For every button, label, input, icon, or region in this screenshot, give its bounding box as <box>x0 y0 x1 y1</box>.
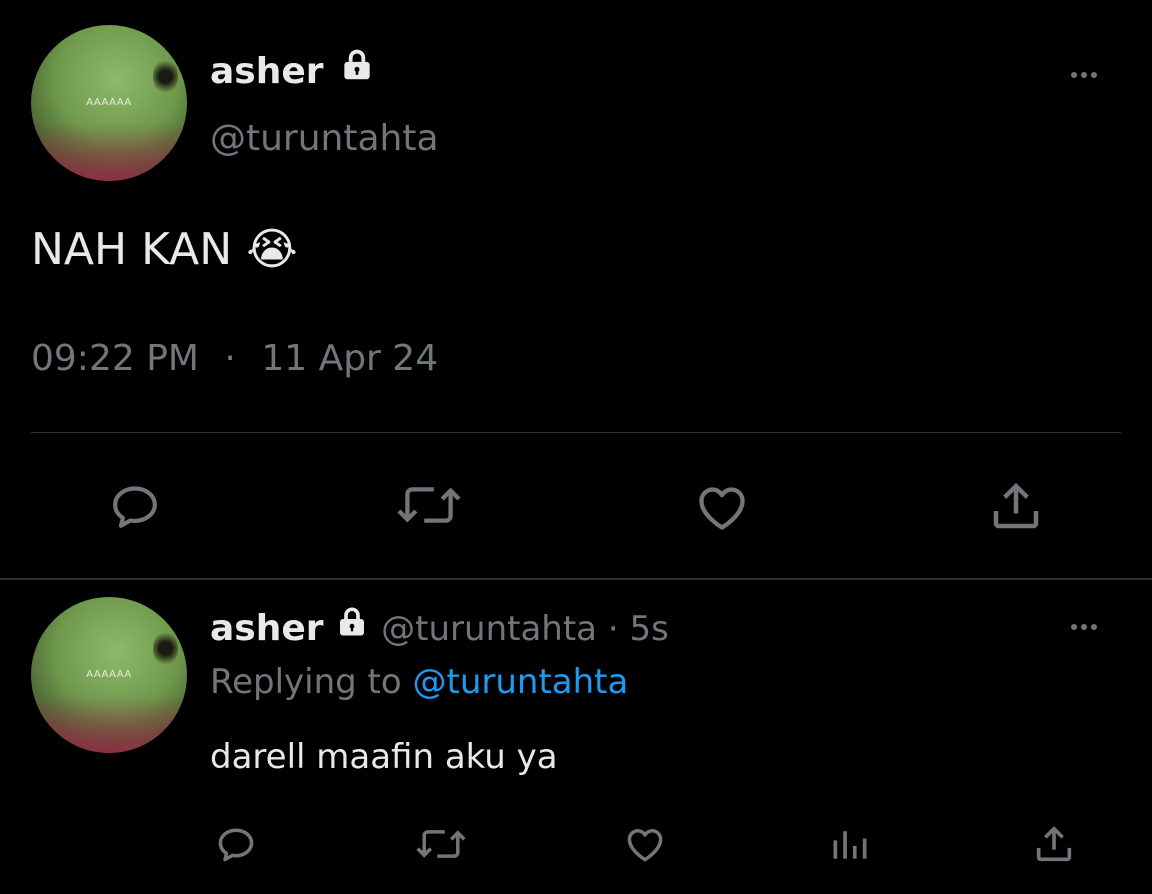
timestamp-separator: · <box>224 338 236 379</box>
share-icon[interactable] <box>985 476 1047 536</box>
avatar-spot <box>152 631 178 666</box>
more-dot <box>1081 72 1087 78</box>
tweet-date: 11 Apr 24 <box>261 338 439 379</box>
tweet-time: 09:22 PM <box>31 338 199 379</box>
avatar[interactable]: AAAAAA <box>31 25 187 181</box>
avatar-text: AAAAAA <box>86 668 132 680</box>
lock-icon <box>334 604 370 652</box>
crying-emoji: 😭 <box>246 224 298 275</box>
more-dot <box>1071 72 1077 78</box>
like-icon[interactable] <box>692 478 752 536</box>
divider <box>31 432 1121 433</box>
reply-text: darell maafin aku ya <box>210 737 558 777</box>
tweet-age[interactable]: 5s <box>629 609 668 649</box>
replying-handle-link[interactable]: @turuntahta <box>413 662 629 702</box>
more-dot <box>1071 624 1077 630</box>
retweet-icon[interactable] <box>393 476 465 534</box>
display-name[interactable]: asher <box>210 49 376 95</box>
avatar-spot <box>152 59 178 94</box>
reply-icon[interactable] <box>105 478 165 534</box>
more-dot <box>1081 624 1087 630</box>
section-divider <box>0 578 1152 580</box>
avatar-shade <box>31 121 187 181</box>
avatar-shade <box>31 693 187 753</box>
share-icon[interactable] <box>1030 821 1078 867</box>
replying-prefix: Replying to <box>210 662 402 702</box>
replying-to: Replying to @turuntahta <box>210 659 628 705</box>
header-dot: · <box>607 609 619 649</box>
tweet-timestamp[interactable]: 09:22 PM · 11 Apr 24 <box>31 336 438 382</box>
avatar-text: AAAAAA <box>86 96 132 108</box>
reply-icon[interactable] <box>213 822 259 866</box>
analytics-icon[interactable] <box>828 822 872 866</box>
tweet-text-content: NAH KAN <box>31 224 233 275</box>
display-name[interactable]: asher <box>210 608 324 649</box>
retweet-icon[interactable] <box>413 821 469 867</box>
more-options-button[interactable] <box>1071 72 1097 78</box>
lock-icon <box>338 46 376 95</box>
display-name-text: asher <box>210 51 324 92</box>
avatar[interactable]: AAAAAA <box>31 597 187 753</box>
more-options-button[interactable] <box>1071 624 1097 630</box>
tweet-text: NAH KAN 😭 <box>31 222 298 278</box>
more-dot <box>1091 72 1097 78</box>
handle[interactable]: @turuntahta <box>381 609 597 649</box>
reply-header: asher @turuntahta · 5s <box>210 606 669 652</box>
like-icon[interactable] <box>622 822 668 866</box>
handle[interactable]: @turuntahta <box>210 116 439 162</box>
more-dot <box>1091 624 1097 630</box>
